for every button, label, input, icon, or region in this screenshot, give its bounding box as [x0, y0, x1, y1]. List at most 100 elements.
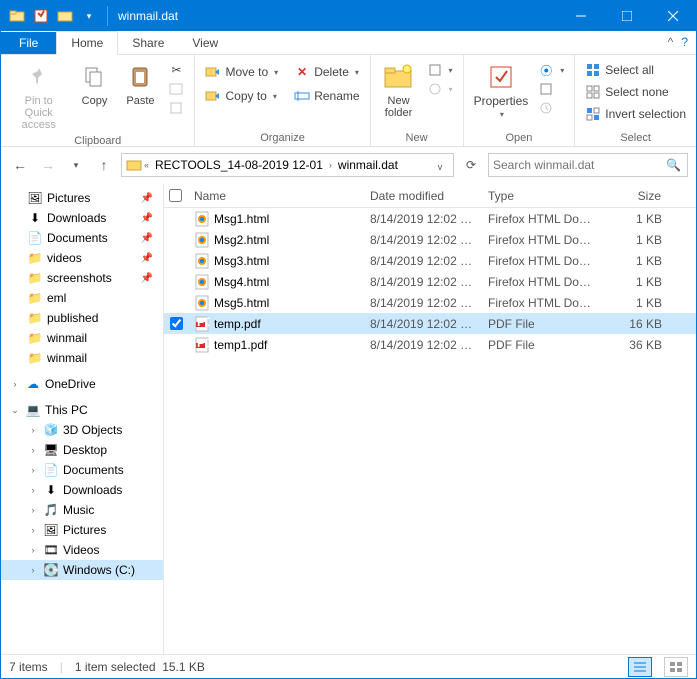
- properties-button[interactable]: Properties▾: [470, 59, 533, 123]
- open-button[interactable]: ⦿▾: [534, 61, 568, 79]
- nav-winmail[interactable]: 📁winmail: [1, 328, 163, 348]
- address-dropdown[interactable]: v: [429, 156, 451, 178]
- nav-published[interactable]: 📁published: [1, 308, 163, 328]
- pin-icon: 📌: [141, 253, 159, 264]
- nav-pictures[interactable]: 🖼Pictures📌: [1, 188, 163, 208]
- copy-button[interactable]: Copy: [72, 59, 116, 109]
- new-item-button[interactable]: ▾: [423, 61, 457, 79]
- easy-access-button[interactable]: ▾: [423, 80, 457, 98]
- properties-icon: [485, 61, 517, 93]
- file-row[interactable]: PDFtemp.pdf8/14/2019 12:02 PMPDF File16 …: [164, 313, 696, 334]
- qat-customize-icon[interactable]: ▾: [78, 5, 100, 27]
- copy-to-button[interactable]: Copy to▾: [201, 87, 282, 105]
- maximize-button[interactable]: [604, 1, 650, 31]
- column-size[interactable]: Size: [598, 184, 668, 207]
- cut-button[interactable]: ✂: [164, 61, 188, 79]
- nav-downloads[interactable]: ⬇Downloads📌: [1, 208, 163, 228]
- qat-folder-icon[interactable]: [6, 5, 28, 27]
- move-to-button[interactable]: Move to▾: [201, 63, 282, 81]
- ribbon: Pin to Quick access Copy Paste ✂ Clipboa…: [1, 55, 696, 147]
- nav-pictures2[interactable]: ›🖼Pictures: [1, 520, 163, 540]
- file-list[interactable]: Msg1.html8/14/2019 12:02 PMFirefox HTML …: [164, 208, 696, 654]
- file-row[interactable]: Msg2.html8/14/2019 12:02 PMFirefox HTML …: [164, 229, 696, 250]
- collapse-ribbon-icon[interactable]: ^: [668, 35, 674, 49]
- select-all-button[interactable]: Select all: [581, 61, 690, 79]
- group-clipboard-label: Clipboard: [7, 133, 188, 149]
- qat-properties-icon[interactable]: [30, 5, 52, 27]
- nav-winmail2[interactable]: 📁winmail: [1, 348, 163, 368]
- search-icon[interactable]: 🔍: [666, 158, 681, 172]
- qat-new-folder-icon[interactable]: [54, 5, 76, 27]
- folder-icon: 📁: [27, 330, 43, 346]
- icons-view-button[interactable]: [664, 657, 688, 677]
- nav-this-pc[interactable]: ⌄💻This PC: [1, 400, 163, 420]
- column-date[interactable]: Date modified: [364, 184, 482, 207]
- new-folder-button[interactable]: New folder: [377, 59, 421, 121]
- back-button[interactable]: ←: [9, 154, 31, 176]
- search-input[interactable]: [493, 158, 683, 172]
- nav-onedrive[interactable]: ›☁OneDrive: [1, 374, 163, 394]
- column-name[interactable]: Name: [188, 184, 364, 207]
- tab-file[interactable]: File: [1, 32, 56, 54]
- select-all-checkbox[interactable]: [169, 189, 182, 202]
- details-view-button[interactable]: [628, 657, 652, 677]
- nav-desktop[interactable]: ›🖥Desktop: [1, 440, 163, 460]
- new-item-icon: [427, 62, 443, 78]
- column-checkbox[interactable]: [164, 184, 188, 207]
- up-button[interactable]: ↑: [93, 154, 115, 176]
- row-checkbox[interactable]: [170, 317, 183, 330]
- forward-button[interactable]: →: [37, 154, 59, 176]
- easy-access-icon: [427, 81, 443, 97]
- file-row[interactable]: Msg4.html8/14/2019 12:02 PMFirefox HTML …: [164, 271, 696, 292]
- file-date: 8/14/2019 12:02 PM: [364, 275, 482, 289]
- breadcrumb-seg1[interactable]: RECTOOLS_14-08-2019 12-01: [151, 158, 327, 172]
- refresh-button[interactable]: ⟳: [460, 154, 482, 176]
- nav-3d-objects[interactable]: ›🧊3D Objects: [1, 420, 163, 440]
- nav-eml[interactable]: 📁eml: [1, 288, 163, 308]
- nav-downloads2[interactable]: ›⬇Downloads: [1, 480, 163, 500]
- svg-text:PDF: PDF: [197, 316, 210, 329]
- move-to-icon: [205, 64, 221, 80]
- nav-videos-folder[interactable]: 📁videos📌: [1, 248, 163, 268]
- close-button[interactable]: [650, 1, 696, 31]
- help-icon[interactable]: ?: [681, 35, 688, 49]
- paste-shortcut-button[interactable]: [164, 99, 188, 117]
- select-none-button[interactable]: Select none: [581, 83, 690, 101]
- paste-button[interactable]: Paste: [118, 59, 162, 109]
- copy-path-button[interactable]: [164, 80, 188, 98]
- tab-view[interactable]: View: [178, 32, 232, 54]
- search-box[interactable]: 🔍: [488, 153, 688, 177]
- pin-quick-access-button[interactable]: Pin to Quick access: [7, 59, 70, 133]
- tab-home[interactable]: Home: [56, 31, 118, 55]
- file-row[interactable]: Msg5.html8/14/2019 12:02 PMFirefox HTML …: [164, 292, 696, 313]
- delete-button[interactable]: ✕Delete▾: [290, 63, 363, 81]
- nav-music[interactable]: ›🎵Music: [1, 500, 163, 520]
- navigation-pane[interactable]: 🖼Pictures📌 ⬇Downloads📌 📄Documents📌 📁vide…: [1, 184, 164, 654]
- nav-documents2[interactable]: ›📄Documents: [1, 460, 163, 480]
- paste-icon: [124, 61, 156, 93]
- edit-button[interactable]: [534, 80, 568, 98]
- breadcrumb-seg2[interactable]: winmail.dat: [334, 158, 402, 172]
- invert-selection-button[interactable]: Invert selection: [581, 105, 690, 123]
- rename-button[interactable]: Rename: [290, 87, 363, 105]
- new-folder-icon: [383, 61, 415, 93]
- nav-videos2[interactable]: ›🎞Videos: [1, 540, 163, 560]
- tab-share[interactable]: Share: [118, 32, 178, 54]
- expand-icon[interactable]: ›: [9, 379, 21, 389]
- nav-c-drive[interactable]: ›💽Windows (C:): [1, 560, 163, 580]
- nav-documents[interactable]: 📄Documents📌: [1, 228, 163, 248]
- history-button[interactable]: [534, 99, 568, 117]
- file-row[interactable]: Msg1.html8/14/2019 12:02 PMFirefox HTML …: [164, 208, 696, 229]
- file-date: 8/14/2019 12:02 PM: [364, 212, 482, 226]
- recent-locations-button[interactable]: ▾: [65, 154, 87, 176]
- minimize-button[interactable]: [558, 1, 604, 31]
- nav-screenshots[interactable]: 📁screenshots📌: [1, 268, 163, 288]
- file-row[interactable]: PDFtemp1.pdf8/14/2019 12:02 PMPDF File36…: [164, 334, 696, 355]
- column-type[interactable]: Type: [482, 184, 598, 207]
- pictures-icon: 🖼: [43, 522, 59, 538]
- file-row[interactable]: Msg3.html8/14/2019 12:02 PMFirefox HTML …: [164, 250, 696, 271]
- breadcrumb[interactable]: « RECTOOLS_14-08-2019 12-01 › winmail.da…: [121, 153, 454, 177]
- pdf-icon: PDF: [194, 316, 210, 332]
- file-size: 16 KB: [598, 317, 668, 331]
- collapse-icon[interactable]: ⌄: [9, 405, 21, 416]
